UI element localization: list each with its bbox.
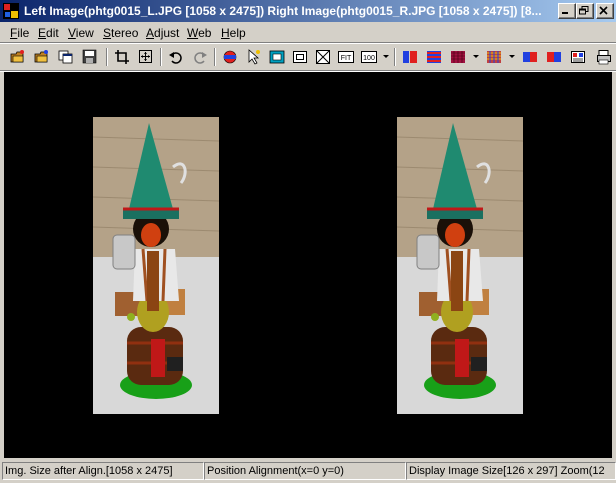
dubois-icon bbox=[487, 51, 501, 63]
web-page-button[interactable] bbox=[568, 48, 588, 66]
anaglyph-dropdown-arrow[interactable] bbox=[473, 55, 479, 58]
zoom-100-icon: 100 bbox=[361, 51, 377, 63]
original-size-button[interactable] bbox=[290, 48, 310, 66]
menu-edit[interactable]: Edit bbox=[36, 25, 61, 41]
left-image[interactable] bbox=[93, 117, 219, 414]
pointer-button[interactable] bbox=[244, 48, 264, 66]
restore-icon bbox=[579, 6, 589, 15]
color-anaglyph-icon bbox=[547, 52, 561, 62]
fit-button[interactable]: FIT bbox=[336, 48, 356, 66]
interlaced-icon bbox=[427, 51, 441, 63]
web-page-icon bbox=[571, 51, 585, 63]
status-bar: Img. Size after Align.[1058 x 2475] Posi… bbox=[0, 460, 616, 483]
fit-screen-icon bbox=[269, 50, 285, 64]
open-left-image-icon bbox=[10, 50, 24, 63]
status-display-size: Display Image Size[126 x 297] Zoom(12 bbox=[406, 462, 616, 480]
dubois-button[interactable] bbox=[484, 48, 504, 66]
side-by-side-button[interactable] bbox=[400, 48, 420, 66]
undo-button[interactable] bbox=[166, 48, 186, 66]
window-title: Left Image(phtg0015_L.JPG [1058 x 2475])… bbox=[24, 4, 542, 18]
svg-text:FIT: FIT bbox=[341, 55, 352, 62]
color-dropdown-arrow[interactable] bbox=[509, 55, 515, 58]
side-by-side-icon bbox=[403, 51, 417, 63]
toolbar-separator bbox=[394, 48, 396, 66]
save-icon bbox=[82, 49, 97, 64]
open-right-image-icon bbox=[34, 50, 48, 63]
menu-stereo[interactable]: Stereo bbox=[101, 25, 140, 41]
menu-view[interactable]: View bbox=[66, 25, 96, 41]
anaglyph-icon bbox=[451, 51, 465, 63]
status-position: Position Alignment(x=0 y=0) bbox=[204, 462, 406, 480]
toolbar-separator bbox=[106, 48, 108, 66]
auto-align-icon bbox=[223, 50, 237, 64]
minimize-button[interactable] bbox=[558, 3, 576, 19]
zoom-100-button[interactable]: 100 bbox=[359, 48, 379, 66]
color-anaglyph-button[interactable] bbox=[544, 48, 564, 66]
interlaced-button[interactable] bbox=[424, 48, 444, 66]
stereo-viewport[interactable] bbox=[4, 72, 612, 458]
full-screen-button[interactable] bbox=[313, 48, 333, 66]
minimize-icon bbox=[562, 12, 568, 14]
close-icon bbox=[599, 6, 608, 15]
print-icon bbox=[597, 50, 611, 65]
red-cyan-icon bbox=[523, 52, 537, 62]
menu-help[interactable]: Help bbox=[219, 25, 248, 41]
red-cyan-button[interactable] bbox=[520, 48, 540, 66]
full-screen-icon bbox=[316, 50, 330, 64]
menu-web[interactable]: Web bbox=[185, 25, 213, 41]
auto-align-button[interactable] bbox=[220, 48, 240, 66]
open-stereo-button[interactable] bbox=[56, 48, 76, 66]
toolbar-separator bbox=[160, 48, 162, 66]
right-image[interactable] bbox=[397, 117, 523, 414]
title-bar[interactable]: Left Image(phtg0015_L.JPG [1058 x 2475])… bbox=[0, 0, 616, 22]
menu-adjust[interactable]: Adjust bbox=[144, 25, 181, 41]
original-size-icon bbox=[293, 51, 307, 63]
right-image-figurine bbox=[397, 117, 523, 414]
status-img-size: Img. Size after Align.[1058 x 2475] bbox=[2, 462, 204, 480]
fit-screen-button[interactable] bbox=[267, 48, 287, 66]
toolbar-separator bbox=[214, 48, 216, 66]
redo-button[interactable] bbox=[190, 48, 210, 66]
menu-file[interactable]: File bbox=[8, 25, 31, 41]
svg-text:100: 100 bbox=[363, 55, 375, 62]
save-button[interactable] bbox=[80, 48, 100, 66]
zoom-dropdown-arrow[interactable] bbox=[383, 55, 389, 58]
menu-bar: File Edit View Stereo Adjust Web Help bbox=[0, 22, 616, 42]
toolbar: FIT 100 bbox=[0, 44, 616, 70]
open-right-image-button[interactable] bbox=[32, 48, 52, 66]
fit-label-icon: FIT bbox=[338, 51, 354, 63]
open-left-image-button[interactable] bbox=[8, 48, 28, 66]
close-button[interactable] bbox=[596, 3, 614, 19]
crop-button[interactable] bbox=[112, 48, 132, 66]
align-button[interactable] bbox=[136, 48, 156, 66]
crop-icon bbox=[115, 50, 129, 64]
undo-icon bbox=[169, 52, 182, 64]
open-stereo-icon bbox=[58, 50, 73, 64]
left-image-figurine bbox=[93, 117, 219, 414]
redo-icon bbox=[194, 52, 207, 64]
maximize-button[interactable] bbox=[576, 3, 594, 19]
align-icon bbox=[139, 50, 152, 63]
app-window: Left Image(phtg0015_L.JPG [1058 x 2475])… bbox=[0, 0, 616, 483]
stereophoto-app-icon[interactable] bbox=[3, 3, 19, 19]
pointer-icon bbox=[248, 49, 260, 65]
print-button[interactable] bbox=[594, 48, 614, 66]
anaglyph-button[interactable] bbox=[448, 48, 468, 66]
